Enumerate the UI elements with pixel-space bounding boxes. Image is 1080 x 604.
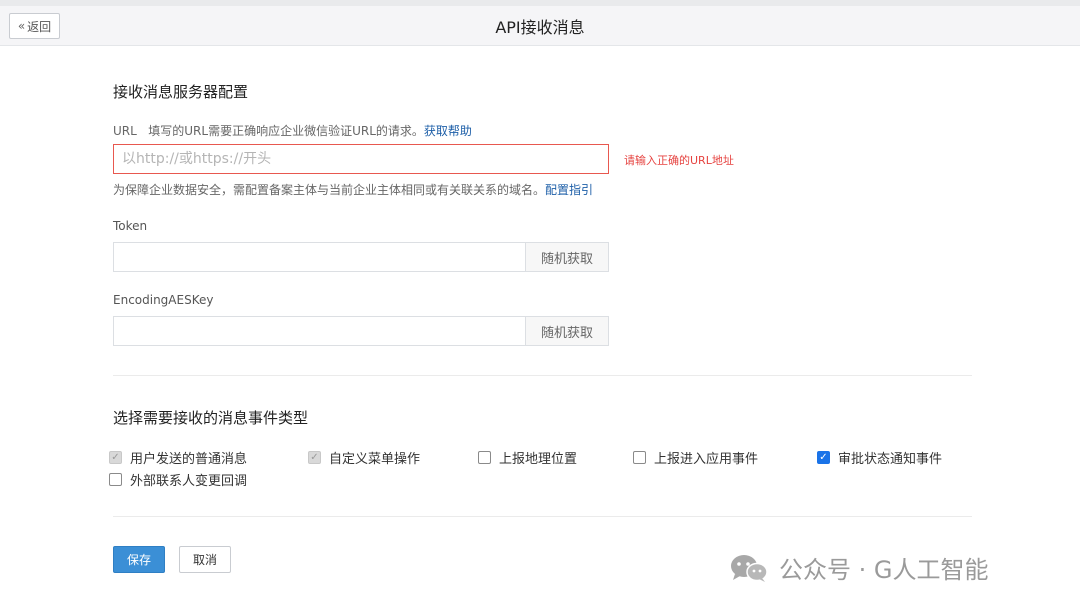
domain-hint: 为保障企业数据安全，需配置备案主体与当前企业主体相同或有关联关系的域名。	[113, 183, 546, 197]
event-checkbox-label: 自定义菜单操作	[329, 452, 421, 467]
event-checkbox-enter-app[interactable]: 上报进入应用事件	[633, 448, 758, 467]
url-error-message: 请输入正确的URL地址	[624, 154, 734, 167]
checkbox-icon: ✓	[109, 451, 122, 464]
event-checkbox-approval[interactable]: ✓ 审批状态通知事件	[817, 448, 942, 467]
domain-guide-link[interactable]: 配置指引	[545, 183, 593, 197]
event-checkbox-label: 外部联系人变更回调	[130, 474, 248, 489]
domain-hint-row: 为保障企业数据安全，需配置备案主体与当前企业主体相同或有关联关系的域名。配置指引	[113, 181, 593, 198]
section-divider	[113, 375, 972, 376]
checkbox-icon: ✓	[308, 451, 321, 464]
event-checkbox-label: 上报地理位置	[499, 452, 578, 467]
token-input[interactable]	[114, 243, 525, 271]
url-help-link[interactable]: 获取帮助	[424, 124, 472, 138]
page-title: API接收消息	[495, 18, 585, 37]
save-button[interactable]: 保存	[113, 546, 165, 573]
event-checkbox-user-message[interactable]: ✓ 用户发送的普通消息	[109, 448, 247, 467]
event-checkbox-external-contact[interactable]: 外部联系人变更回调	[109, 470, 247, 489]
event-checkbox-label: 审批状态通知事件	[838, 452, 943, 467]
token-field: 随机获取	[113, 242, 609, 272]
top-strip	[0, 0, 1080, 6]
watermark: 公众号 · G人工智能	[729, 550, 988, 585]
server-config-title: 接收消息服务器配置	[113, 83, 249, 101]
url-input[interactable]	[113, 144, 609, 174]
aes-key-random-button[interactable]: 随机获取	[525, 317, 608, 345]
url-label: URL	[113, 124, 137, 138]
event-checkbox-label: 上报进入应用事件	[654, 452, 759, 467]
token-random-button[interactable]: 随机获取	[525, 243, 608, 271]
event-checkbox-custom-menu[interactable]: ✓ 自定义菜单操作	[308, 448, 420, 467]
checkbox-checked-icon: ✓	[817, 451, 830, 464]
url-hint: 填写的URL需要正确响应企业微信验证URL的请求。	[148, 124, 424, 138]
watermark-text: 公众号 · G人工智能	[779, 556, 989, 584]
event-types-title: 选择需要接收的消息事件类型	[113, 409, 309, 427]
url-hint-row: URL 填写的URL需要正确响应企业微信验证URL的请求。获取帮助	[113, 122, 472, 139]
cancel-button[interactable]: 取消	[179, 546, 231, 573]
section-divider	[113, 516, 972, 517]
aes-key-input[interactable]	[114, 317, 525, 345]
checkbox-icon	[109, 473, 122, 486]
checkbox-icon	[478, 451, 491, 464]
aes-key-field: 随机获取	[113, 316, 609, 346]
event-checkbox-label: 用户发送的普通消息	[130, 452, 248, 467]
token-label: Token	[113, 219, 148, 233]
wechat-icon	[731, 554, 768, 582]
checkbox-icon	[633, 451, 646, 464]
event-checkbox-location[interactable]: 上报地理位置	[478, 448, 577, 467]
aes-key-label: EncodingAESKey	[113, 293, 214, 307]
